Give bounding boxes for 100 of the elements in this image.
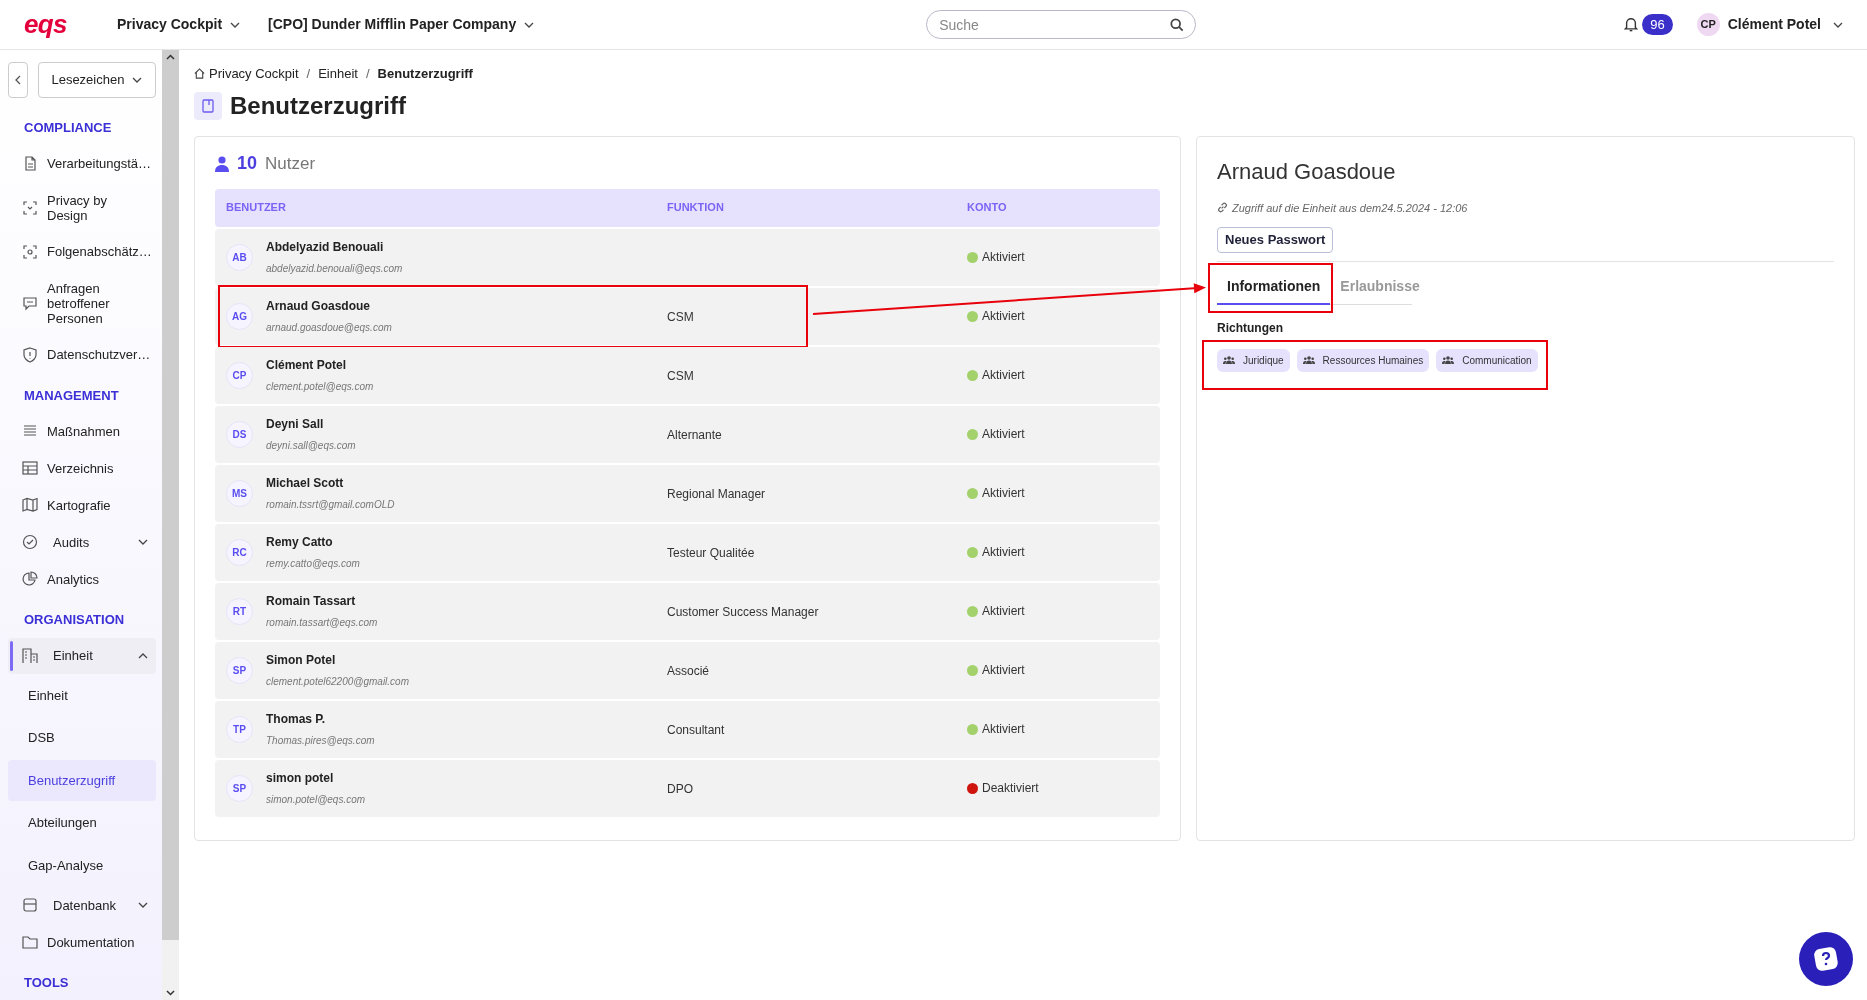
status-text: Aktiviert bbox=[982, 603, 1025, 620]
sidebar-item[interactable]: Maßnahmen bbox=[8, 413, 156, 449]
tag: Ressources Humaines bbox=[1296, 348, 1430, 372]
chevron-down-icon bbox=[1833, 21, 1843, 28]
sidebar-item[interactable]: Verarbeitungstä… bbox=[8, 145, 156, 182]
home-icon bbox=[194, 68, 205, 80]
table-row[interactable]: RC Remy Catto remy.catto@eqs.com Testeur Qualitée Aktiviert bbox=[215, 523, 1160, 581]
notification-badge: 96 bbox=[1642, 13, 1673, 36]
status-text: Aktiviert bbox=[982, 544, 1025, 561]
bookmarks-dropdown[interactable]: Lesezeichen bbox=[37, 62, 156, 98]
sidebar-subitem[interactable]: Gap-Analyse bbox=[8, 844, 156, 886]
map-icon bbox=[22, 497, 38, 513]
table-row[interactable]: DS Deyni Sall deyni.sall@eqs.com Alternante Aktiviert bbox=[215, 405, 1160, 463]
bell-icon[interactable] bbox=[1624, 17, 1639, 32]
table-row[interactable]: RT Romain Tassart romain.tassart@eqs.com Customer Success Manager Aktiviert bbox=[215, 582, 1160, 640]
sidebar-item[interactable]: Folgenabschätz… bbox=[8, 233, 156, 270]
user-email: clement.potel@eqs.com bbox=[266, 380, 374, 394]
user-avatar[interactable]: CP bbox=[1696, 13, 1720, 36]
sidebar-item[interactable]: Analytics bbox=[8, 561, 156, 597]
sidebar-item[interactable]: Datenbank bbox=[8, 887, 156, 923]
breadcrumb-link[interactable]: Privacy Cockpit bbox=[194, 64, 299, 84]
user-avatar: AB bbox=[226, 243, 253, 271]
section-heading: ORGANISATION bbox=[23, 611, 126, 629]
user-name: simon potel bbox=[266, 770, 335, 787]
sidebar-item[interactable]: Audits bbox=[8, 524, 156, 560]
user-menu[interactable]: Clément Potel bbox=[1727, 14, 1821, 35]
nav-menu[interactable]: [CPO] Dunder Mifflin Paper Company bbox=[268, 14, 535, 35]
access-note: Zugriff auf die Einheit aus dem24.5.2024 - 12:06 bbox=[1232, 200, 1468, 216]
user-avatar: RC bbox=[226, 538, 253, 566]
user-name: Michael Scott bbox=[266, 475, 345, 492]
table-row[interactable]: AB Abdelyazid Benouali abdelyazid.benouali@eqs.com Aktiviert bbox=[215, 228, 1160, 286]
status-text: Deaktiviert bbox=[982, 780, 1039, 797]
sidebar-subitem[interactable]: Benutzerzugriff bbox=[8, 759, 156, 801]
scroll-up-icon[interactable] bbox=[166, 54, 175, 60]
table-cell: Alternante bbox=[667, 428, 722, 442]
group-icon bbox=[1223, 356, 1235, 364]
user-email: Thomas.pires@eqs.com bbox=[266, 734, 375, 748]
table-row[interactable]: TP Thomas P. Thomas.pires@eqs.com Consultant Aktiviert bbox=[215, 700, 1160, 758]
sidebar-subitem[interactable]: DSB bbox=[8, 717, 156, 759]
user-name: Arnaud Goasdoue bbox=[266, 298, 371, 315]
sidebar-item[interactable]: Einheit bbox=[8, 637, 156, 674]
user-name: Romain Tassart bbox=[266, 593, 357, 610]
scroll-down-icon[interactable] bbox=[166, 990, 175, 996]
sidebar-item[interactable]: Anfragen betroffener Personen bbox=[8, 270, 156, 336]
pie-chart-icon bbox=[22, 571, 38, 587]
breadcrumb-link[interactable]: Einheit bbox=[318, 64, 358, 84]
table-cell: CSM bbox=[667, 310, 694, 324]
table-cell: Testeur Qualitée bbox=[667, 546, 755, 560]
column-header: FUNKTION bbox=[667, 200, 725, 216]
user-email: remy.catto@eqs.com bbox=[266, 557, 360, 571]
page-icon bbox=[194, 91, 222, 120]
breadcrumb-separator: / bbox=[306, 65, 311, 83]
focus-frame-icon bbox=[22, 243, 38, 260]
user-email: arnaud.goasdoue@eqs.com bbox=[266, 321, 392, 335]
sidebar-item[interactable]: Verzeichnis bbox=[8, 450, 156, 486]
user-name: Abdelyazid Benouali bbox=[266, 239, 385, 256]
table-row[interactable]: SP Simon Potel clement.potel62200@gmail.com Associé Aktiviert bbox=[215, 641, 1160, 699]
sidebar-subitem[interactable]: Einheit bbox=[8, 674, 156, 716]
search-field[interactable]: Suche bbox=[926, 10, 1197, 39]
user-email: simon.potel@eqs.com bbox=[266, 793, 366, 807]
sidebar-item[interactable]: Dokumentation bbox=[8, 924, 156, 960]
sidebar-item[interactable]: Privacy by Design bbox=[8, 182, 156, 233]
document-icon bbox=[22, 155, 38, 172]
check-circle-icon bbox=[22, 534, 38, 550]
nav-menu[interactable]: Privacy Cockpit bbox=[117, 14, 241, 35]
scrollbar[interactable] bbox=[162, 50, 179, 1000]
column-header: BENUTZER bbox=[225, 200, 287, 216]
help-button[interactable] bbox=[1799, 932, 1853, 986]
user-avatar: AG bbox=[226, 302, 253, 330]
chevron-up-icon bbox=[138, 652, 148, 659]
tag: Communication bbox=[1436, 348, 1538, 372]
lines-icon bbox=[22, 423, 38, 439]
new-password-button[interactable]: Neues Passwort bbox=[1217, 227, 1334, 253]
user-avatar: MS bbox=[226, 479, 253, 507]
user-name: Clément Potel bbox=[266, 357, 347, 374]
tab[interactable]: Informationen bbox=[1217, 271, 1331, 305]
logo[interactable]: eqs bbox=[24, 5, 97, 44]
section-heading: COMPLIANCE bbox=[23, 119, 113, 137]
section-heading: MANAGEMENT bbox=[23, 386, 120, 405]
link-icon bbox=[1217, 202, 1228, 214]
page-title: Benutzerzugriff bbox=[230, 90, 406, 121]
status-text: Aktiviert bbox=[982, 367, 1025, 384]
user-avatar: DS bbox=[226, 420, 253, 448]
user-email: romain.tssrt@gmail.comOLD bbox=[266, 498, 395, 512]
table-row[interactable]: SP simon potel simon.potel@eqs.com DPO Deaktiviert bbox=[215, 759, 1160, 817]
user-avatar: CP bbox=[226, 361, 253, 389]
sidebar-subitem[interactable]: Abteilungen bbox=[8, 802, 156, 844]
sidebar-item[interactable]: Datenschutzver… bbox=[8, 336, 156, 373]
table-icon bbox=[22, 460, 38, 476]
shield-icon bbox=[22, 346, 38, 363]
status-text: Aktiviert bbox=[982, 662, 1025, 679]
status-text: Aktiviert bbox=[982, 249, 1025, 266]
user-avatar: TP bbox=[226, 715, 253, 743]
user-avatar: SP bbox=[226, 774, 253, 802]
sidebar-item[interactable]: Kartografie bbox=[8, 487, 156, 523]
table-row[interactable]: CP Clément Potel clement.potel@eqs.com CSM Aktiviert bbox=[215, 346, 1160, 404]
chevron-down-icon bbox=[138, 539, 148, 545]
search-icon bbox=[1170, 17, 1185, 32]
table-row[interactable]: MS Michael Scott romain.tssrt@gmail.comOLD Regional Manager Aktiviert bbox=[215, 464, 1160, 522]
table-row[interactable]: AG Arnaud Goasdoue arnaud.goasdoue@eqs.com CSM Aktiviert bbox=[215, 287, 1160, 345]
